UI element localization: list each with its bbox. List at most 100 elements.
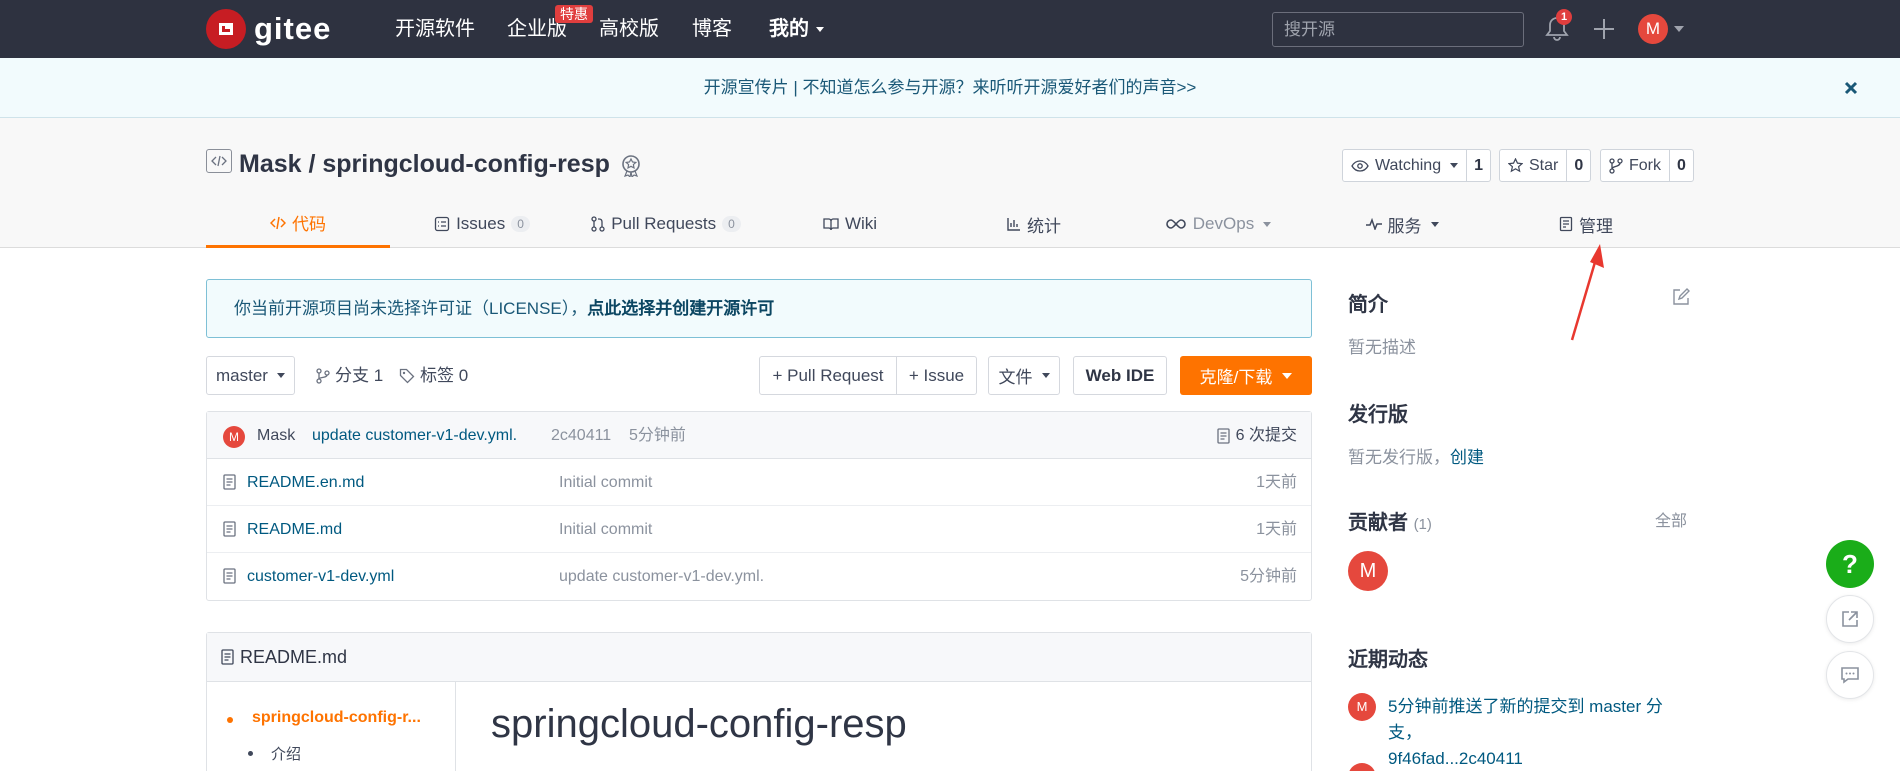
toc-item[interactable]: springcloud-config-r... bbox=[252, 709, 421, 727]
file-row[interactable]: README.md Initial commit 1天前 bbox=[207, 506, 1311, 553]
file-commit-message[interactable]: Initial commit bbox=[559, 506, 652, 553]
tab-service-label: 服务 bbox=[1387, 216, 1422, 236]
chevron-down-icon bbox=[816, 26, 824, 32]
tab-devops[interactable]: DevOps bbox=[1126, 200, 1310, 248]
commit-count-link[interactable]: 6 次提交 bbox=[1216, 412, 1297, 459]
file-row[interactable]: customer-v1-dev.yml update customer-v1-d… bbox=[207, 553, 1311, 600]
repo-code-icon bbox=[206, 149, 232, 173]
tab-pull-requests[interactable]: Pull Requests 0 bbox=[574, 200, 758, 248]
file-time: 5分钟前 bbox=[1240, 568, 1297, 585]
nav-mine[interactable]: 我的 bbox=[769, 0, 824, 58]
contributor-avatar[interactable]: M bbox=[1348, 551, 1388, 591]
fork-button[interactable]: Fork bbox=[1601, 150, 1669, 181]
clone-download-label: 克隆/下载 bbox=[1199, 368, 1273, 387]
share-button[interactable] bbox=[1826, 595, 1874, 643]
document-icon bbox=[1216, 427, 1230, 444]
search-input[interactable] bbox=[1272, 12, 1524, 47]
pull-requests-count-badge: 0 bbox=[722, 216, 741, 232]
commit-hash[interactable]: 2c40411 bbox=[551, 412, 611, 459]
activity-avatar[interactable]: M bbox=[1348, 693, 1376, 721]
chevron-down-icon bbox=[1041, 373, 1050, 378]
file-commit-message[interactable]: Initial commit bbox=[559, 459, 652, 506]
commit-author-avatar[interactable]: M bbox=[223, 426, 245, 448]
share-icon bbox=[1842, 611, 1858, 627]
commit-author[interactable]: Mask bbox=[257, 412, 295, 459]
star-button-group[interactable]: Star 0 bbox=[1499, 149, 1592, 182]
clone-download-button[interactable]: 克隆/下载 bbox=[1180, 356, 1312, 395]
release-title: 发行版 bbox=[1348, 404, 1408, 426]
tab-service[interactable]: 服务 bbox=[1310, 200, 1494, 248]
manage-icon bbox=[1559, 216, 1573, 232]
recommend-badge-icon[interactable] bbox=[619, 153, 643, 177]
chevron-down-icon bbox=[1282, 372, 1293, 379]
tab-wiki[interactable]: Wiki bbox=[758, 200, 942, 248]
nav-blog[interactable]: 博客 bbox=[692, 0, 732, 58]
tags-link[interactable]: 标签 0 bbox=[399, 356, 468, 395]
commit-time: 5分钟前 bbox=[629, 427, 686, 444]
branches-link[interactable]: 分支 1 bbox=[316, 356, 383, 395]
nav-open-source[interactable]: 开源软件 bbox=[395, 0, 475, 58]
latest-commit-bar: M Mask update customer-v1-dev.yml. 2c404… bbox=[207, 412, 1311, 459]
tab-stats-label: 统计 bbox=[1027, 216, 1061, 236]
promo-banner-link[interactable]: 开源宣传片 | 不知道怎么参与开源？来听听开源爱好者们的声音>> bbox=[704, 78, 1197, 97]
feedback-chat-button[interactable] bbox=[1826, 651, 1874, 699]
devops-icon bbox=[1165, 219, 1186, 229]
file-row[interactable]: README.en.md Initial commit 1天前 bbox=[207, 459, 1311, 506]
chat-icon bbox=[1841, 667, 1859, 684]
file-name[interactable]: README.md bbox=[247, 506, 342, 553]
branch-select[interactable]: master bbox=[206, 356, 295, 395]
logo-text: gitee bbox=[254, 11, 332, 46]
chevron-down-icon[interactable] bbox=[1674, 26, 1684, 32]
license-notice: 你当前开源项目尚未选择许可证（LICENSE），点此选择并创建开源许可 bbox=[206, 279, 1312, 338]
star-button[interactable]: Star bbox=[1500, 150, 1566, 181]
file-icon bbox=[223, 521, 236, 537]
star-icon bbox=[1508, 158, 1523, 173]
fork-button-group[interactable]: Fork 0 bbox=[1600, 149, 1694, 182]
help-button[interactable]: ? bbox=[1826, 540, 1874, 588]
release-text: 暂无发行版， bbox=[1348, 448, 1450, 467]
toc-item[interactable]: 介绍 bbox=[271, 743, 301, 764]
new-pull-request-button[interactable]: + Pull Request bbox=[759, 356, 897, 395]
file-name[interactable]: README.en.md bbox=[247, 459, 364, 506]
eye-icon bbox=[1351, 159, 1369, 172]
chevron-down-icon bbox=[1450, 163, 1459, 168]
activity-avatar[interactable] bbox=[1348, 763, 1376, 771]
watch-label: Watching bbox=[1375, 156, 1442, 174]
create-plus-icon[interactable] bbox=[1592, 17, 1616, 41]
notification-count-badge: 1 bbox=[1556, 9, 1572, 25]
commit-message[interactable]: update customer-v1-dev.yml. bbox=[312, 412, 517, 459]
close-icon[interactable] bbox=[1844, 81, 1858, 95]
watch-button[interactable]: Watching bbox=[1343, 150, 1466, 181]
create-release-link[interactable]: 创建 bbox=[1450, 448, 1484, 467]
repo-title[interactable]: Mask / springcloud-config-resp bbox=[239, 149, 610, 179]
file-time: 1天前 bbox=[1256, 474, 1297, 491]
fork-count[interactable]: 0 bbox=[1669, 150, 1693, 181]
file-commit-message[interactable]: update customer-v1-dev.yml. bbox=[559, 553, 764, 600]
file-name[interactable]: customer-v1-dev.yml bbox=[247, 553, 394, 600]
edit-icon[interactable] bbox=[1672, 288, 1690, 306]
watch-button-group[interactable]: Watching 1 bbox=[1342, 149, 1492, 182]
tab-code[interactable]: 代码 bbox=[206, 200, 390, 248]
tab-issues[interactable]: Issues 0 bbox=[390, 200, 574, 248]
nav-university[interactable]: 高校版 bbox=[599, 0, 659, 58]
user-avatar[interactable]: M bbox=[1638, 14, 1668, 44]
contributors-all-link[interactable]: 全部 bbox=[1655, 507, 1687, 531]
tag-icon bbox=[399, 368, 415, 383]
enterprise-promo-badge: 特惠 bbox=[555, 5, 593, 23]
watch-count[interactable]: 1 bbox=[1466, 150, 1490, 181]
activity-commit-range[interactable]: 9f46fad...2c40411 bbox=[1388, 749, 1523, 768]
star-count[interactable]: 0 bbox=[1566, 150, 1590, 181]
chevron-down-icon bbox=[1263, 221, 1272, 227]
files-dropdown[interactable]: 文件 bbox=[988, 356, 1060, 395]
top-nav: gitee 开源软件 企业版 特惠 高校版 博客 我的 1 M bbox=[0, 0, 1900, 58]
create-license-link[interactable]: 点此选择并创建开源许可 bbox=[587, 299, 774, 318]
commit-count: 6 次提交 bbox=[1235, 427, 1297, 444]
tab-manage[interactable]: 管理 bbox=[1494, 200, 1678, 248]
tab-stats[interactable]: 统计 bbox=[942, 200, 1126, 248]
wiki-icon bbox=[823, 218, 839, 231]
tab-devops-label: DevOps bbox=[1192, 214, 1255, 233]
activity-item[interactable]: 5分钟前推送了新的提交到 master 分支， 9f46fad...2c4041… bbox=[1388, 694, 1688, 771]
gitee-logo[interactable]: gitee bbox=[206, 9, 331, 49]
new-issue-button[interactable]: + Issue bbox=[896, 356, 977, 395]
web-ide-button[interactable]: Web IDE bbox=[1073, 356, 1167, 395]
